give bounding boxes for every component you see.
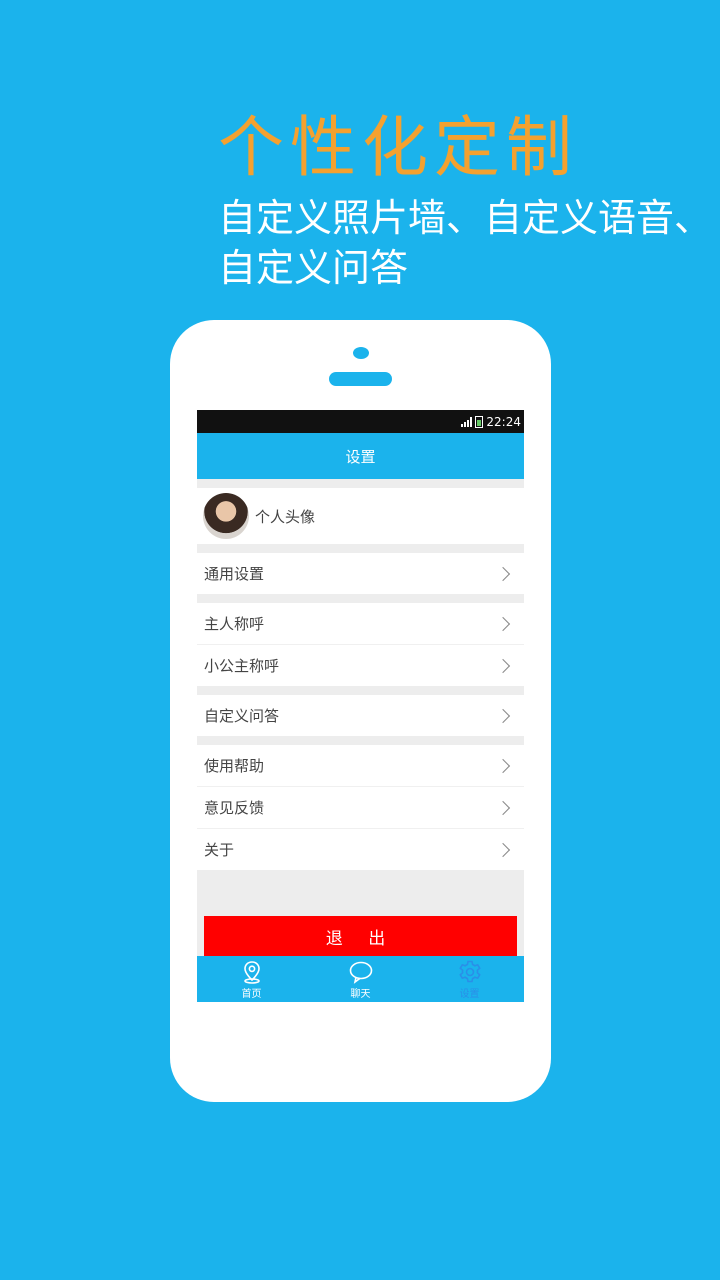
- menu-item-label: 关于: [204, 841, 235, 859]
- phone-screen: 22:24 设置 个人头像 通用设置 主人称呼 小公主称呼 自定义问答 使用帮助…: [197, 410, 524, 1002]
- menu-item-help[interactable]: 使用帮助: [197, 745, 524, 787]
- tab-label: 首页: [241, 988, 262, 1000]
- gear-icon: [458, 960, 481, 982]
- chat-bubble-icon: [349, 961, 372, 984]
- battery-icon: [475, 415, 484, 428]
- promo-subtitle-line1: 自定义照片墙、自定义语音、: [218, 196, 713, 240]
- avatar: [203, 493, 249, 539]
- menu-item-general-settings[interactable]: 通用设置: [197, 553, 524, 594]
- menu-item-label: 意见反馈: [204, 799, 265, 817]
- chevron-right-icon: [495, 800, 511, 815]
- logout-area: 退 出: [197, 870, 524, 956]
- menu-item-owner-name[interactable]: 主人称呼: [197, 603, 524, 645]
- status-bar: 22:24: [197, 410, 524, 433]
- menu-item-feedback[interactable]: 意见反馈: [197, 787, 524, 829]
- tab-home[interactable]: 首页: [197, 956, 306, 1002]
- chevron-right-icon: [495, 658, 511, 673]
- menu-item-label: 使用帮助: [204, 757, 265, 775]
- menu-item-custom-qa[interactable]: 自定义问答: [197, 695, 524, 736]
- promo-title: 个性化定制: [218, 109, 578, 186]
- menu-item-label: 自定义问答: [204, 707, 280, 725]
- tab-chat[interactable]: 聊天: [306, 956, 415, 1002]
- tab-label: 聊天: [350, 988, 371, 1000]
- chevron-right-icon: [495, 708, 511, 723]
- chevron-right-icon: [495, 842, 511, 857]
- tab-label: 设置: [459, 988, 480, 1000]
- status-time: 22:24: [486, 414, 521, 429]
- signal-icon: [461, 416, 473, 427]
- menu-item-about[interactable]: 关于: [197, 829, 524, 870]
- phone-speaker: [329, 372, 392, 386]
- location-pin-icon: [243, 960, 260, 984]
- logout-button[interactable]: 退 出: [204, 916, 517, 956]
- chevron-right-icon: [495, 758, 511, 773]
- menu-item-label: 小公主称呼: [204, 657, 280, 675]
- profile-avatar-label: 个人头像: [255, 507, 316, 526]
- bottom-tab-bar: 首页 聊天 设置: [197, 956, 524, 1002]
- profile-avatar-row[interactable]: 个人头像: [197, 488, 524, 544]
- promo-subtitle-line2: 自定义问答: [218, 246, 409, 290]
- phone-camera: [353, 347, 369, 359]
- menu-item-princess-name[interactable]: 小公主称呼: [197, 645, 524, 686]
- tab-settings[interactable]: 设置: [415, 956, 524, 1002]
- chevron-right-icon: [495, 566, 511, 581]
- menu-item-label: 主人称呼: [204, 615, 265, 633]
- chevron-right-icon: [495, 616, 511, 631]
- app-bar: 设置: [197, 433, 524, 479]
- menu-item-label: 通用设置: [204, 565, 265, 583]
- page-title: 设置: [345, 447, 376, 466]
